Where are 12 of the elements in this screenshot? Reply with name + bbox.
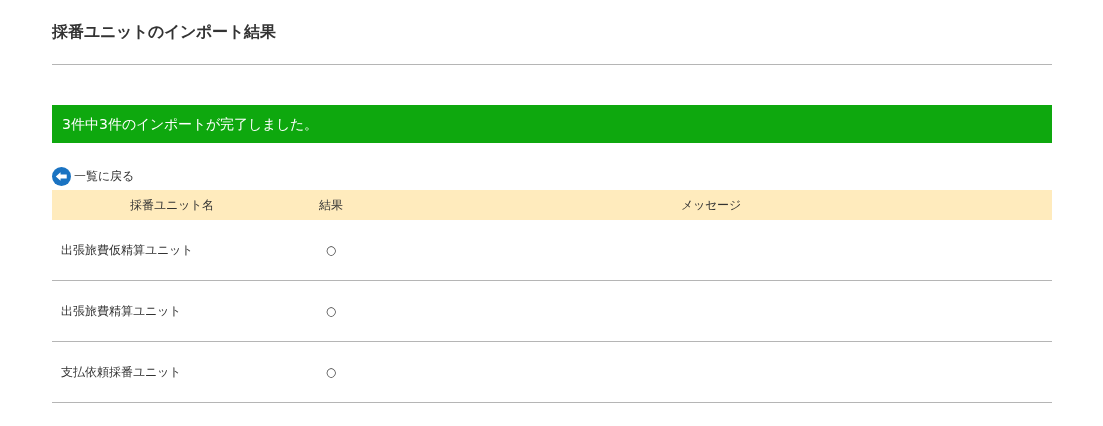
table-cell: 出張旅費精算ユニット (52, 280, 292, 342)
back-link[interactable]: 一覧に戻る (52, 167, 134, 186)
column-header: メッセージ (370, 190, 1052, 220)
table-cell: ○ (292, 341, 370, 403)
table-cell: 支払依頼採番ユニット (52, 341, 292, 403)
column-header: 結果 (292, 190, 370, 220)
column-header: 採番ユニット名 (52, 190, 292, 220)
table-cell: ○ (292, 280, 370, 342)
table-cell: 出張旅費仮精算ユニット (52, 220, 292, 281)
page-title: 採番ユニットのインポート結果 (52, 21, 277, 43)
success-banner: 3件中3件のインポートが完了しました。 (52, 105, 1052, 143)
table-cell: ○ (292, 220, 370, 281)
